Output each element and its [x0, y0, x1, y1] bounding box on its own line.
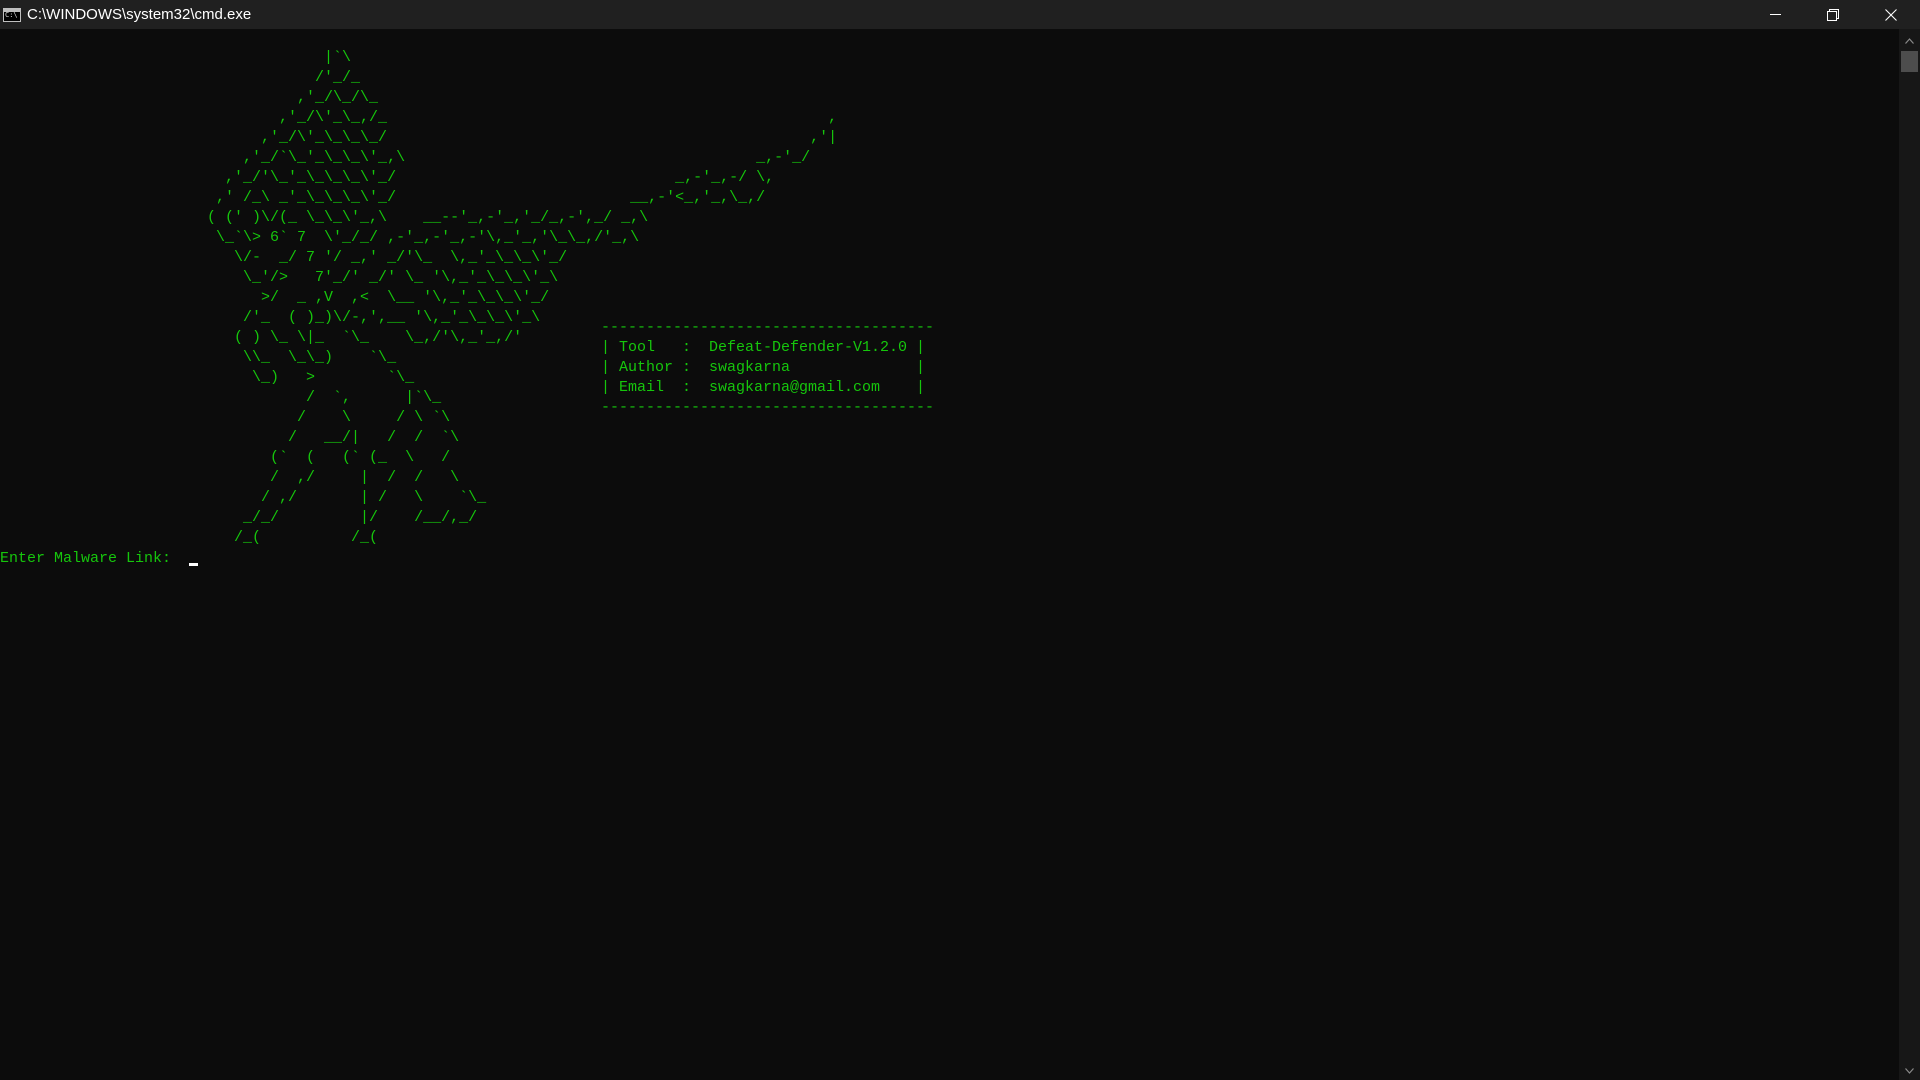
ascii-art-banner: |`\ /'_/_ ,'_/\_/\_ ,'_/\'_\_,/_ , ,'_/\…: [207, 49, 838, 546]
console-output[interactable]: |`\ /'_/_ ,'_/\_/\_ ,'_/\'_\_,/_ , ,'_/\…: [0, 29, 1899, 1080]
prompt-label: Enter Malware Link:: [0, 550, 181, 567]
close-icon: [1885, 8, 1897, 21]
malware-link-input[interactable]: [180, 549, 189, 569]
vertical-scrollbar[interactable]: [1899, 29, 1920, 1080]
scroll-up-arrow-icon: [1905, 31, 1914, 49]
close-button[interactable]: [1862, 0, 1920, 29]
restore-button[interactable]: [1804, 0, 1862, 29]
window-controls: [1746, 0, 1920, 29]
tool-info-box: ------------------------------------- | …: [601, 319, 935, 416]
scroll-thumb[interactable]: [1901, 51, 1918, 72]
minimize-button[interactable]: [1746, 0, 1804, 29]
cmd-window: C:\WINDOWS\system32\cmd.exe: [0, 0, 1920, 1080]
scroll-up-button[interactable]: [1899, 31, 1920, 48]
restore-icon: [1827, 8, 1839, 21]
text-cursor: [189, 563, 199, 566]
cmd-console-icon[interactable]: [3, 7, 21, 22]
scroll-down-button[interactable]: [1899, 1061, 1920, 1078]
window-title: C:\WINDOWS\system32\cmd.exe: [27, 6, 252, 23]
scroll-down-arrow-icon: [1905, 1061, 1914, 1079]
minimize-icon: [1769, 9, 1781, 20]
input-prompt-line: Enter Malware Link:: [0, 549, 199, 569]
title-bar[interactable]: C:\WINDOWS\system32\cmd.exe: [0, 0, 1920, 29]
